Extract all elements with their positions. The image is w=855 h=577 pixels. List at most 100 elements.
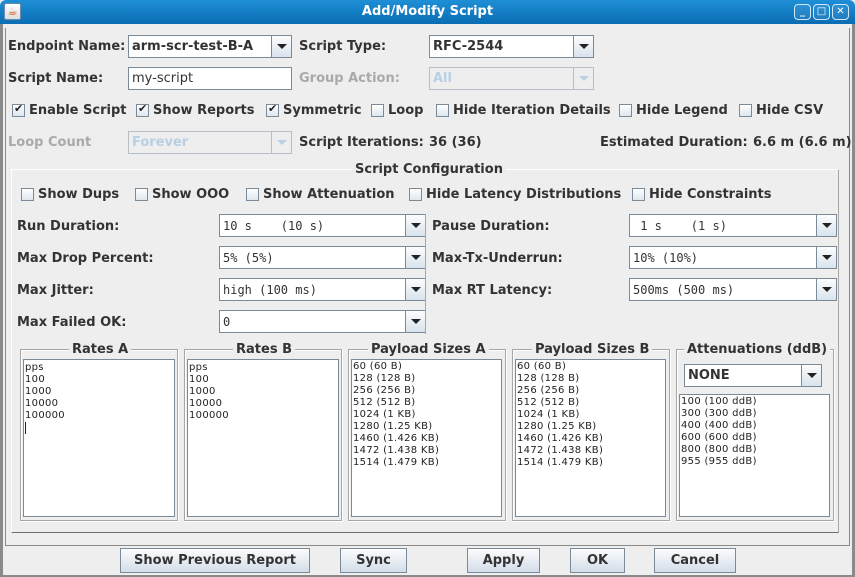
checkbox-checked-icon[interactable] [266, 102, 279, 117]
chevron-down-icon[interactable] [816, 215, 836, 236]
hide-latency-distributions-checkbox[interactable]: Hide Latency Distributions [409, 187, 621, 202]
loop-checkbox[interactable]: Loop [371, 103, 423, 118]
run-duration-select[interactable]: 10 s (10 s) [219, 214, 426, 237]
checkbox-unchecked-icon[interactable] [135, 188, 148, 201]
chevron-down-icon[interactable] [816, 247, 836, 268]
group-action-select[interactable]: All [429, 67, 594, 90]
show-attenuation-checkbox[interactable]: Show Attenuation [246, 187, 395, 202]
checkbox-checked-icon[interactable] [136, 102, 149, 117]
attenuation-item[interactable]: 800 (800 ddB) [681, 444, 828, 456]
checkbox-label: Loop [388, 103, 424, 118]
apply-button[interactable]: Apply [467, 548, 540, 573]
sync-button[interactable]: Sync [340, 548, 407, 573]
show-reports-checkbox[interactable]: Show Reports [136, 102, 255, 118]
attenuation-item[interactable]: 955 (955 ddB) [681, 456, 828, 468]
payload-a-item[interactable]: 128 (128 B) [353, 373, 500, 385]
rates-b-line: 1000 [189, 386, 216, 397]
payload-a-item[interactable]: 512 (512 B) [353, 397, 500, 409]
payload-sizes-a-title: Payload Sizes A [368, 342, 489, 357]
maximize-icon[interactable]: □ [813, 4, 830, 20]
chevron-down-icon[interactable] [573, 36, 593, 57]
show-previous-report-button[interactable]: Show Previous Report [120, 548, 310, 573]
attenuation-item[interactable]: 400 (400 ddB) [681, 420, 828, 432]
rates-a-line: 100 [25, 374, 45, 385]
payload-a-item[interactable]: 1514 (1.479 KB) [353, 457, 500, 469]
payload-a-item[interactable]: 1472 (1.438 KB) [353, 445, 500, 457]
payload-b-item[interactable]: 60 (60 B) [517, 361, 664, 373]
checkbox-label: Show Dups [38, 187, 120, 202]
checkbox-checked-icon[interactable] [12, 102, 25, 117]
rates-a-textarea[interactable]: pps 100 1000 10000 100000 [23, 359, 175, 517]
max-jitter-label: Max Jitter: [17, 283, 94, 298]
rates-b-textarea[interactable]: pps 100 1000 10000 100000 [187, 359, 339, 517]
attenuation-select[interactable]: NONE [684, 364, 822, 387]
loop-count-value: Forever [132, 135, 189, 150]
attenuation-item[interactable]: 100 (100 ddB) [681, 396, 828, 408]
payload-sizes-b-title: Payload Sizes B [532, 342, 653, 357]
checkbox-unchecked-icon[interactable] [21, 188, 34, 201]
chevron-down-icon[interactable] [405, 215, 425, 236]
payload-a-item[interactable]: 60 (60 B) [353, 361, 500, 373]
ok-button[interactable]: OK [570, 548, 625, 573]
chevron-down-icon[interactable] [271, 36, 291, 57]
attenuations-list[interactable]: 100 (100 ddB) 300 (300 ddB) 400 (400 ddB… [679, 394, 830, 517]
endpoint-name-select[interactable]: arm-scr-test-B-A [128, 35, 292, 58]
checkbox-unchecked-icon[interactable] [409, 188, 422, 201]
checkbox-unchecked-icon[interactable] [619, 104, 632, 117]
payload-b-item[interactable]: 128 (128 B) [517, 373, 664, 385]
attenuation-item[interactable]: 300 (300 ddB) [681, 408, 828, 420]
minimize-icon[interactable]: _ [794, 4, 811, 20]
hide-legend-checkbox[interactable]: Hide Legend [619, 103, 728, 118]
pause-duration-select[interactable]: 1 s (1 s) [629, 214, 837, 237]
hide-iteration-details-checkbox[interactable]: Hide Iteration Details [436, 103, 611, 118]
payload-a-item[interactable]: 256 (256 B) [353, 385, 500, 397]
checkbox-unchecked-icon[interactable] [632, 188, 645, 201]
payload-b-item[interactable]: 512 (512 B) [517, 397, 664, 409]
payload-sizes-b-list[interactable]: 60 (60 B) 128 (128 B) 256 (256 B) 512 (5… [515, 359, 666, 517]
payload-b-item[interactable]: 1280 (1.25 KB) [517, 421, 664, 433]
payload-a-item[interactable]: 1024 (1 KB) [353, 409, 500, 421]
script-name-input[interactable]: my-script [128, 67, 292, 90]
payload-b-item[interactable]: 1460 (1.426 KB) [517, 433, 664, 445]
run-duration-value: 10 s (10 s) [223, 219, 325, 233]
hide-constraints-checkbox[interactable]: Hide Constraints [632, 187, 772, 202]
checkbox-unchecked-icon[interactable] [739, 104, 752, 117]
checkbox-unchecked-icon[interactable] [436, 104, 449, 117]
enable-script-checkbox[interactable]: Enable Script [12, 102, 126, 118]
chevron-down-icon[interactable] [405, 247, 425, 268]
chevron-down-icon[interactable] [816, 279, 836, 300]
checkbox-unchecked-icon[interactable] [371, 104, 384, 117]
max-jitter-select[interactable]: high (100 ms) [219, 278, 426, 301]
java-cup-icon[interactable]: ☕ [4, 3, 21, 20]
window-title-bar[interactable]: Add/Modify Script [0, 0, 855, 24]
checkbox-unchecked-icon[interactable] [246, 188, 259, 201]
payload-a-item[interactable]: 1280 (1.25 KB) [353, 421, 500, 433]
checkbox-label: Hide Iteration Details [453, 103, 611, 118]
chevron-down-icon[interactable] [801, 365, 821, 386]
symmetric-checkbox[interactable]: Symmetric [266, 102, 362, 118]
payload-b-item[interactable]: 1024 (1 KB) [517, 409, 664, 421]
payload-a-item[interactable]: 1460 (1.426 KB) [353, 433, 500, 445]
group-action-value: All [433, 71, 452, 86]
cancel-button[interactable]: Cancel [654, 548, 736, 573]
chevron-down-icon[interactable] [405, 311, 425, 332]
show-dups-checkbox[interactable]: Show Dups [21, 187, 119, 202]
close-icon[interactable]: ✕ [832, 4, 849, 20]
payload-sizes-a-list[interactable]: 60 (60 B) 128 (128 B) 256 (256 B) 512 (5… [351, 359, 502, 517]
payload-b-item[interactable]: 1514 (1.479 KB) [517, 457, 664, 469]
chevron-down-icon[interactable] [405, 279, 425, 300]
max-drop-percent-select[interactable]: 5% (5%) [219, 246, 426, 269]
max-failed-ok-select[interactable]: 0 [219, 310, 426, 333]
loop-count-select[interactable]: Forever [128, 131, 292, 154]
script-type-select[interactable]: RFC-2544 [429, 35, 594, 58]
payload-b-item[interactable]: 256 (256 B) [517, 385, 664, 397]
show-ooo-checkbox[interactable]: Show OOO [135, 187, 229, 202]
script-name-label: Script Name: [8, 71, 104, 86]
attenuation-item[interactable]: 600 (600 ddB) [681, 432, 828, 444]
max-tx-underrun-select[interactable]: 10% (10%) [629, 246, 837, 269]
pause-duration-value: 1 s (1 s) [633, 219, 727, 233]
checkbox-label: Hide CSV [756, 103, 824, 118]
payload-b-item[interactable]: 1472 (1.438 KB) [517, 445, 664, 457]
max-rt-latency-select[interactable]: 500ms (500 ms) [629, 278, 837, 301]
hide-csv-checkbox[interactable]: Hide CSV [739, 103, 823, 118]
